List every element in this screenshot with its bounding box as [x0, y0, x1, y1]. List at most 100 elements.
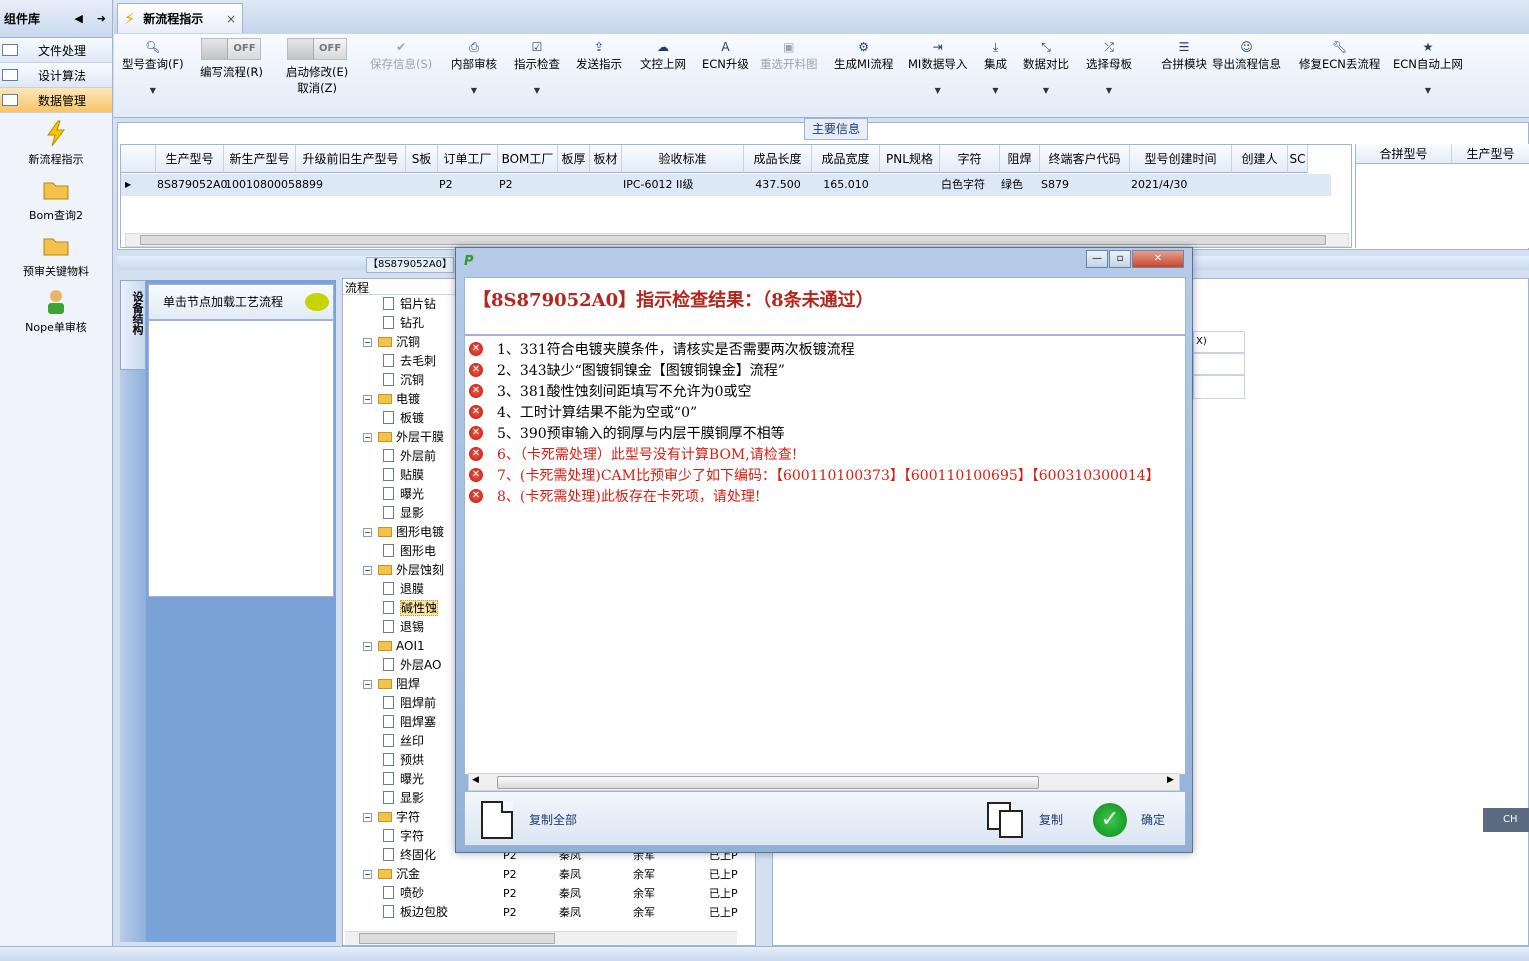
dialog-hscroll[interactable]: ◀ ▶: [468, 773, 1180, 791]
merge-module-button[interactable]: ☰ 合拼模块: [1161, 38, 1207, 72]
tree-node[interactable]: 外层前: [383, 447, 436, 466]
tree-cell[interactable]: 余军: [633, 865, 655, 884]
collapse-icon[interactable]: −: [363, 395, 372, 404]
tree-node[interactable]: 铝片钻: [383, 295, 436, 314]
check-result-item[interactable]: ✕ 2、343缺少“图镀铜镍金【图镀铜镍金】流程”: [469, 359, 785, 380]
tab-close-icon[interactable]: ×: [226, 12, 236, 26]
check-result-item[interactable]: ✕ 6、（卡死需处理）此型号没有计算BOM,请检查!: [469, 443, 797, 464]
detail-cell[interactable]: [1193, 375, 1245, 399]
tree-cell[interactable]: 余军: [633, 884, 655, 903]
tree-cell[interactable]: P2: [503, 865, 517, 884]
column-header[interactable]: 新生产型号: [224, 145, 296, 173]
export-flow-info-button[interactable]: ☺ 导出流程信息: [1212, 38, 1281, 72]
chevron-down-icon[interactable]: ▼: [534, 86, 540, 95]
table-cell[interactable]: P2: [437, 174, 497, 196]
dialog-hscroll-thumb[interactable]: [497, 776, 1039, 789]
minimize-button[interactable]: —: [1086, 250, 1108, 268]
save-info-button[interactable]: ✔ 保存信息(S): [370, 38, 432, 72]
pin-icon[interactable]: ➜: [97, 12, 106, 25]
send-instruction-button[interactable]: ⇪ 发送指示: [576, 38, 622, 72]
ime-indicator[interactable]: CH: [1483, 808, 1529, 832]
collapse-icon[interactable]: −: [363, 680, 372, 689]
cancel-label[interactable]: 取消(Z): [297, 80, 337, 96]
nav-item-data[interactable]: 数据管理: [0, 88, 112, 113]
chevron-down-icon[interactable]: ▼: [1043, 86, 1049, 95]
column-header[interactable]: 字符: [940, 145, 1000, 173]
check-result-item[interactable]: ✕ 4、工时计算结果不能为空或“0”: [469, 401, 697, 422]
chevron-down-icon[interactable]: ▼: [992, 86, 998, 95]
tree-hscroll[interactable]: [345, 931, 737, 945]
collapse-icon[interactable]: −: [363, 338, 372, 347]
reselect-cut-map-button[interactable]: ▣ 重选开料图: [760, 38, 818, 72]
tree-node[interactable]: 终固化: [383, 846, 436, 865]
tree-node[interactable]: 阻焊塞: [383, 713, 436, 732]
ok-button[interactable]: ✓ 确定: [1093, 792, 1165, 847]
grid-hscroll[interactable]: [125, 233, 1349, 247]
chevron-down-icon[interactable]: ▼: [935, 86, 941, 95]
collapse-icon[interactable]: −: [363, 566, 372, 575]
tree-cell[interactable]: P2: [503, 903, 517, 922]
dialog-titlebar[interactable]: [456, 248, 1192, 274]
tree-node[interactable]: 沉铜: [383, 371, 424, 390]
table-cell[interactable]: 437.500: [743, 174, 811, 196]
toggle-switch[interactable]: OFF: [287, 38, 348, 60]
table-cell[interactable]: 白色字符: [939, 174, 999, 196]
check-result-item[interactable]: ✕ 5、390预审输入的铜厚与内层干膜铜厚不相等: [469, 422, 785, 443]
integrate-button[interactable]: ⤓ 集成 ▼: [984, 38, 1007, 95]
column-header[interactable]: 合拼型号: [1356, 144, 1452, 164]
table-cell[interactable]: 165.010: [811, 174, 879, 196]
tree-node[interactable]: 板镀: [383, 409, 424, 428]
table-cell[interactable]: IPC-6012 II级: [621, 174, 743, 196]
collapse-icon[interactable]: −: [363, 528, 372, 537]
data-compare-button[interactable]: ⤡ 数据对比 ▼: [1023, 38, 1069, 95]
column-header[interactable]: 升级前旧生产型号: [296, 145, 406, 173]
tree-node[interactable]: 字符: [383, 827, 424, 846]
table-cell[interactable]: 绿色: [999, 174, 1039, 196]
tree-node[interactable]: 曝光: [383, 485, 424, 504]
column-header[interactable]: 生产型号: [156, 145, 224, 173]
tree-hscroll-thumb[interactable]: [359, 933, 555, 944]
column-header[interactable]: PNL规格: [880, 145, 940, 173]
tree-cell[interactable]: 秦凤: [559, 884, 581, 903]
column-header[interactable]: 创建人: [1232, 145, 1288, 173]
tree-node[interactable]: 预烘: [383, 751, 424, 770]
tree-folder[interactable]: − 图形电镀: [363, 523, 444, 542]
chevron-down-icon[interactable]: ▼: [1106, 86, 1112, 95]
copy-all-button[interactable]: 复制全部: [481, 792, 577, 847]
tab-device-structure[interactable]: 设备结构: [120, 280, 146, 370]
column-header[interactable]: BOM工厂: [498, 145, 558, 173]
tree-folder[interactable]: − 字符: [363, 808, 420, 827]
detail-cell[interactable]: [1193, 353, 1245, 375]
tree-cell[interactable]: 已上P: [709, 884, 738, 903]
scroll-left-icon[interactable]: ◀: [472, 775, 479, 785]
column-header[interactable]: 型号创建时间: [1130, 145, 1232, 173]
chevron-down-icon[interactable]: ▼: [471, 86, 477, 95]
fix-ecn-flow-button[interactable]: 🔧︎ 修复ECN丢流程: [1299, 38, 1380, 72]
generate-mi-flow-button[interactable]: ⚙ 生成MI流程: [834, 38, 893, 72]
table-cell[interactable]: S879: [1039, 174, 1129, 196]
tree-cell[interactable]: 已上P: [709, 903, 738, 922]
tree-node[interactable]: 钻孔: [383, 314, 424, 333]
tree-folder[interactable]: − 阻焊: [363, 675, 420, 694]
column-header[interactable]: 成品宽度: [812, 145, 880, 173]
table-row[interactable]: ▶ 8S879052A0 10010800058899 P2 P2 IPC-6012 I…: [121, 174, 1331, 196]
tab-new-flow[interactable]: ⚡ 新流程指示 ×: [117, 3, 243, 33]
select-mother-board-button[interactable]: ⤮ 选择母板 ▼: [1086, 38, 1132, 95]
tool-bom-query[interactable]: Bom查询2: [0, 175, 112, 225]
tool-key-material[interactable]: 预审关键物料: [0, 231, 112, 281]
column-header[interactable]: 阻焊: [1000, 145, 1040, 173]
tree-node[interactable]: 图形电: [383, 542, 436, 561]
column-header[interactable]: S板: [406, 145, 438, 173]
tree-node[interactable]: 喷砂: [383, 884, 424, 903]
tree-cell[interactable]: 秦凤: [559, 865, 581, 884]
detail-cell[interactable]: X): [1193, 331, 1245, 353]
column-header[interactable]: 成品长度: [744, 145, 812, 173]
ecn-auto-online-button[interactable]: ★ ECN自动上网 ▼: [1393, 38, 1463, 95]
tree-node[interactable]: 阻焊前: [383, 694, 436, 713]
edit-flow-toggle[interactable]: OFF 编写流程(R): [200, 38, 263, 80]
tree-folder[interactable]: − 沉金: [363, 865, 420, 884]
tree-folder[interactable]: − AOI1: [363, 637, 425, 656]
tree-folder[interactable]: − 电镀: [363, 390, 420, 409]
tool-new-flow[interactable]: 新流程指示: [0, 119, 112, 169]
tree-folder[interactable]: − 沉铜: [363, 333, 420, 352]
